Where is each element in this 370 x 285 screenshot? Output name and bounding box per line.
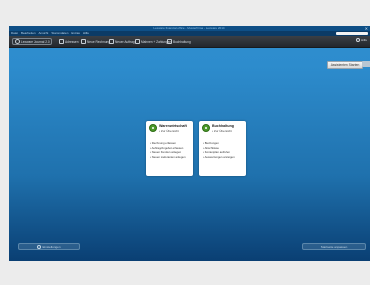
customize-start-button[interactable]: Startseite anpassen bbox=[302, 243, 366, 250]
settings-icon bbox=[37, 244, 42, 249]
toolbar-journal-label: Lexware Journal 2.0 bbox=[21, 39, 50, 44]
toolbar-adressen-button[interactable]: Adressen bbox=[59, 38, 78, 45]
toolbar-auftrag-button[interactable]: Neuer Auftrag bbox=[109, 38, 135, 45]
toolbar-adressen-label: Adressen bbox=[65, 39, 79, 44]
toolbar-help-button[interactable]: Hilfe bbox=[355, 38, 367, 42]
toolbar-rechnung-label: Neue Rechnung bbox=[87, 39, 111, 44]
wizard-secondary-button[interactable] bbox=[362, 61, 370, 67]
card-action-item[interactable]: Auswertungen anzeigen bbox=[203, 155, 235, 160]
help-icon bbox=[355, 38, 360, 42]
home-icon bbox=[15, 39, 20, 44]
toolbar-buchhaltung-label: Buchhaltung bbox=[173, 39, 191, 44]
search-input[interactable] bbox=[336, 32, 368, 35]
toolbar-mahnen-button[interactable]: Mahnen + Zahlungen bbox=[135, 38, 171, 45]
card-warenwirtschaft[interactable]: Warenwirtschaft • Zur Übersicht Rechnung… bbox=[146, 121, 193, 176]
document-icon bbox=[109, 39, 114, 44]
wizard-start-button[interactable]: Assistenten Starten bbox=[327, 61, 363, 69]
card-action-item[interactable]: Neuen Lieferanten anlegen bbox=[150, 155, 186, 160]
app-window: Lexware financial office - Musterfirma -… bbox=[9, 26, 370, 261]
check-circle-icon bbox=[149, 124, 157, 132]
toolbar-help-label: Hilfe bbox=[360, 38, 367, 42]
card-buchhaltung[interactable]: Buchhaltung • Zur Übersicht Buchungen Ab… bbox=[199, 121, 246, 176]
settings-label: Einstellungen bbox=[42, 244, 61, 249]
card-title: Warenwirtschaft bbox=[159, 124, 187, 128]
settings-button[interactable]: Einstellungen bbox=[18, 243, 80, 250]
invoice-icon bbox=[81, 39, 86, 44]
toolbar: Lexware Journal 2.0 Adressen Neue Rechnu… bbox=[9, 36, 370, 48]
contacts-icon bbox=[59, 39, 64, 44]
toolbar-rechnung-button[interactable]: Neue Rechnung bbox=[81, 38, 110, 45]
card-overview-link[interactable]: • Zur Übersicht bbox=[212, 129, 232, 133]
card-action-list: Buchungen Abschlüsse Kontenplan aufrufen… bbox=[203, 141, 235, 159]
toolbar-buchhaltung-button[interactable]: Buchhaltung bbox=[167, 38, 191, 45]
toolbar-auftrag-label: Neuer Auftrag bbox=[115, 39, 135, 44]
toolbar-journal-button[interactable]: Lexware Journal 2.0 bbox=[12, 38, 52, 45]
card-title: Buchhaltung bbox=[212, 124, 234, 128]
card-overview-link[interactable]: • Zur Übersicht bbox=[159, 129, 179, 133]
check-circle-icon bbox=[202, 124, 210, 132]
ledger-icon bbox=[167, 39, 172, 44]
card-action-list: Rechnung erfassen Auftrag/Angebot erfass… bbox=[150, 141, 186, 159]
payment-icon bbox=[135, 39, 140, 44]
